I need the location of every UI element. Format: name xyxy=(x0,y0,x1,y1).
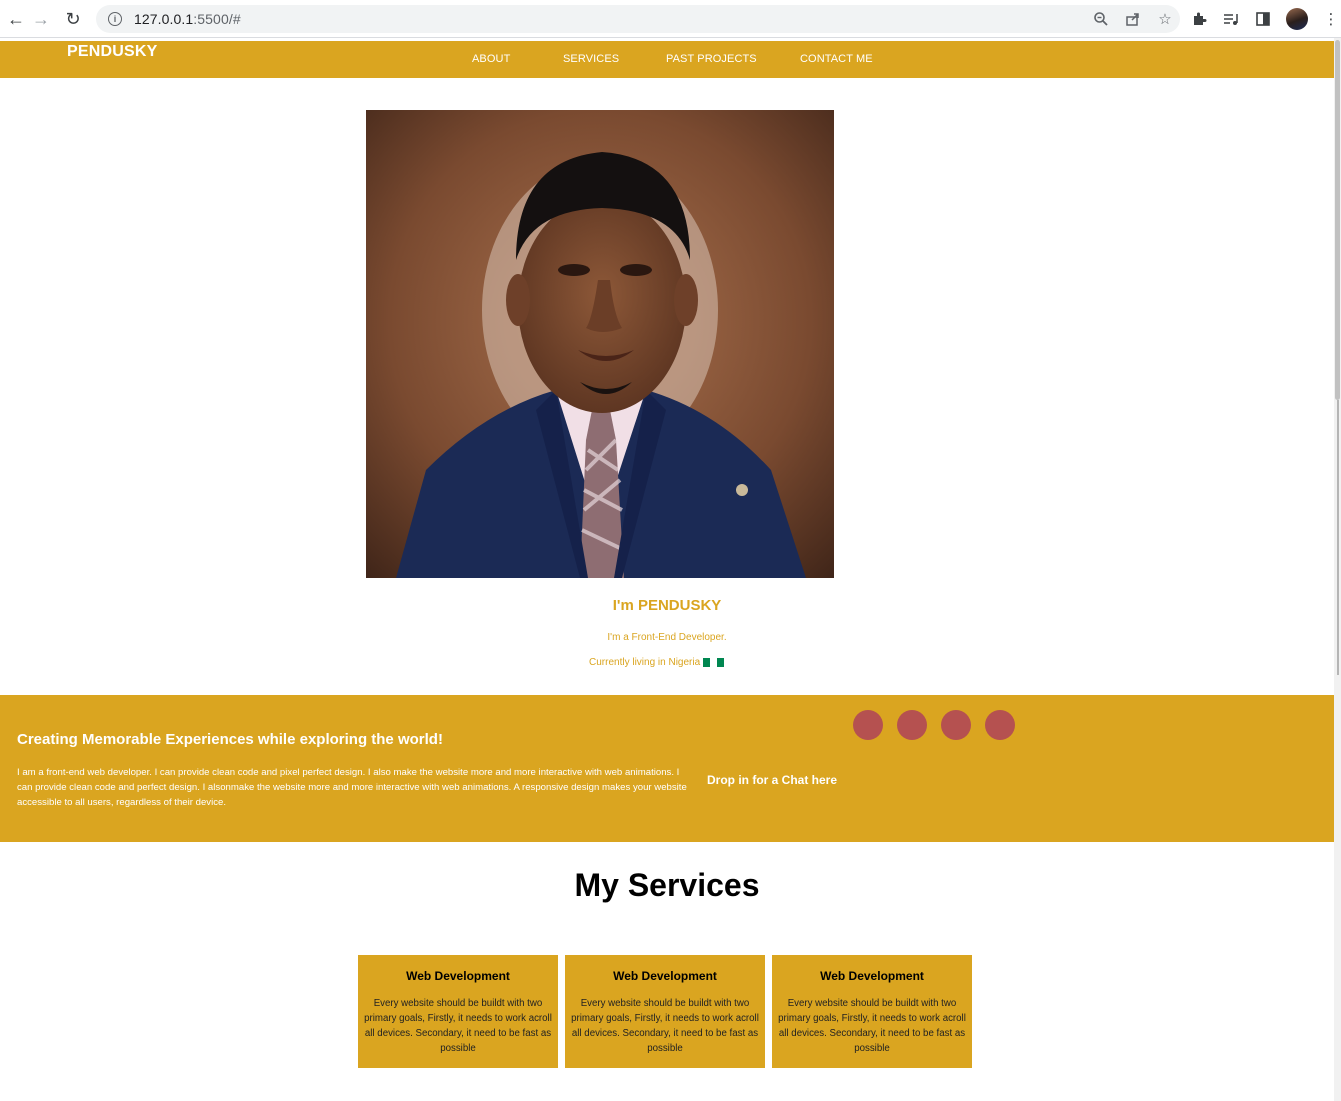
service-card-title: Web Development xyxy=(820,969,924,983)
nav-about[interactable]: ABOUT xyxy=(472,53,563,65)
service-card-title: Web Development xyxy=(406,969,510,983)
extensions-icon[interactable] xyxy=(1190,10,1208,28)
share-icon[interactable] xyxy=(1124,10,1142,28)
scroll-divider xyxy=(1337,400,1339,675)
side-panel-icon[interactable] xyxy=(1254,10,1272,28)
url-host: 127.0.0.1 xyxy=(134,11,194,27)
services-heading: My Services xyxy=(574,867,760,903)
hero-name: I'm PENDUSKY xyxy=(612,597,722,614)
browser-toolbar: ← → ↻ i 127.0.0.1:5500/# ☆ ⋮ xyxy=(0,0,1341,38)
scrollbar-thumb[interactable] xyxy=(1335,40,1340,400)
address-url[interactable]: 127.0.0.1:5500/# xyxy=(134,11,241,27)
zoom-icon[interactable] xyxy=(1092,10,1110,28)
main-nav: ABOUT SERVICES PAST PROJECTS CONTACT ME xyxy=(472,53,873,65)
menu-icon[interactable]: ⋮ xyxy=(1322,10,1340,28)
social-circle-1[interactable] xyxy=(853,710,883,740)
service-card-text: Every website should be buildt with two … xyxy=(571,998,759,1054)
services-cards: Web Development Every website should be … xyxy=(358,955,972,1068)
social-circle-4[interactable] xyxy=(985,710,1015,740)
profile-avatar[interactable] xyxy=(1286,8,1308,30)
reload-icon[interactable]: ↻ xyxy=(57,3,89,35)
address-bar[interactable]: i 127.0.0.1:5500/# ☆ xyxy=(96,5,1180,33)
hero-location-text: Currently living in Nigeria xyxy=(589,657,701,668)
nav-services[interactable]: SERVICES xyxy=(563,53,666,65)
chat-link[interactable]: Drop in for a Chat here xyxy=(707,773,837,787)
social-links xyxy=(853,710,1015,740)
url-path: :5500/# xyxy=(193,11,241,27)
service-card: Web Development Every website should be … xyxy=(565,955,765,1068)
service-card-text: Every website should be buildt with two … xyxy=(778,998,966,1054)
profile-photo xyxy=(366,110,834,578)
nav-past-projects[interactable]: PAST PROJECTS xyxy=(666,53,800,65)
service-card: Web Development Every website should be … xyxy=(772,955,972,1068)
banner-description: I am a front-end web developer. I can pr… xyxy=(17,767,687,808)
nigeria-flag-icon xyxy=(703,658,725,667)
service-card: Web Development Every website should be … xyxy=(358,955,558,1068)
hero-location: Currently living in Nigeria xyxy=(589,657,725,668)
service-card-text: Every website should be buildt with two … xyxy=(364,998,552,1054)
media-icon[interactable] xyxy=(1222,10,1240,28)
forward-icon[interactable]: → xyxy=(25,3,57,35)
site-info-icon[interactable]: i xyxy=(108,12,122,26)
site-header: PENDUSKY ABOUT SERVICES PAST PROJECTS CO… xyxy=(0,41,1334,78)
service-card-title: Web Development xyxy=(613,969,717,983)
social-circle-3[interactable] xyxy=(941,710,971,740)
bookmark-star-icon[interactable]: ☆ xyxy=(1156,10,1174,28)
social-circle-2[interactable] xyxy=(897,710,927,740)
site-logo[interactable]: PENDUSKY xyxy=(67,43,158,61)
nav-contact-me[interactable]: CONTACT ME xyxy=(800,53,873,65)
about-banner: Creating Memorable Experiences while exp… xyxy=(0,695,1334,842)
banner-title: Creating Memorable Experiences while exp… xyxy=(17,731,443,748)
hero-role: I'm a Front-End Developer. xyxy=(607,632,727,643)
